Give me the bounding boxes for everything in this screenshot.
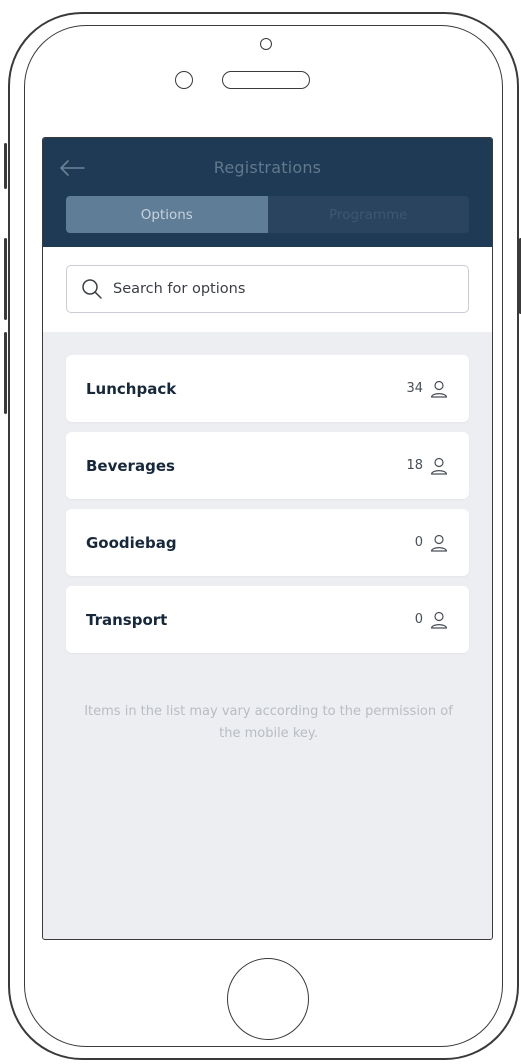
- home-button[interactable]: [227, 958, 309, 1040]
- volume-up-button: [4, 238, 7, 320]
- list-item-transport[interactable]: Transport 0: [66, 586, 469, 653]
- option-count: 0: [414, 535, 423, 550]
- volume-down-button: [4, 332, 7, 414]
- option-count-group: 0: [415, 533, 449, 553]
- permission-note: Items in the list may vary according to …: [84, 704, 453, 741]
- option-name: Transport: [86, 610, 168, 629]
- list-item-beverages[interactable]: Beverages 18: [66, 432, 469, 499]
- option-name: Goodiebag: [86, 533, 177, 552]
- page-title: Registrations: [213, 158, 322, 177]
- front-camera: [175, 71, 193, 89]
- user-icon: [430, 380, 448, 398]
- top-sensor: [260, 38, 272, 50]
- app-screen: Registrations Options Programme Lunchpac…: [42, 137, 493, 940]
- segmented-control: Options Programme: [66, 196, 469, 233]
- search-icon: [82, 279, 102, 299]
- options-list: Lunchpack 34 Beverages 18 Goodiebag 0 Tr…: [66, 355, 469, 663]
- option-name: Beverages: [86, 456, 175, 475]
- tab-options[interactable]: Options: [66, 196, 268, 233]
- option-count-group: 34: [406, 379, 449, 399]
- search-input[interactable]: [113, 281, 443, 297]
- option-name: Lunchpack: [86, 379, 177, 398]
- option-count-group: 18: [406, 456, 449, 476]
- mute-switch: [4, 143, 7, 189]
- option-count: 18: [406, 458, 423, 473]
- list-item-goodiebag[interactable]: Goodiebag 0: [66, 509, 469, 576]
- option-count: 0: [414, 612, 423, 627]
- user-icon: [430, 534, 448, 552]
- option-count: 34: [406, 381, 423, 396]
- search-box[interactable]: [66, 265, 469, 313]
- tab-programme[interactable]: Programme: [268, 196, 470, 233]
- option-count-group: 0: [415, 610, 449, 630]
- user-icon: [430, 611, 448, 629]
- user-icon: [430, 457, 448, 475]
- earpiece-speaker: [222, 71, 310, 89]
- header-bar: Registrations Options Programme: [43, 138, 492, 247]
- list-item-lunchpack[interactable]: Lunchpack 34: [66, 355, 469, 422]
- search-area: [43, 247, 492, 332]
